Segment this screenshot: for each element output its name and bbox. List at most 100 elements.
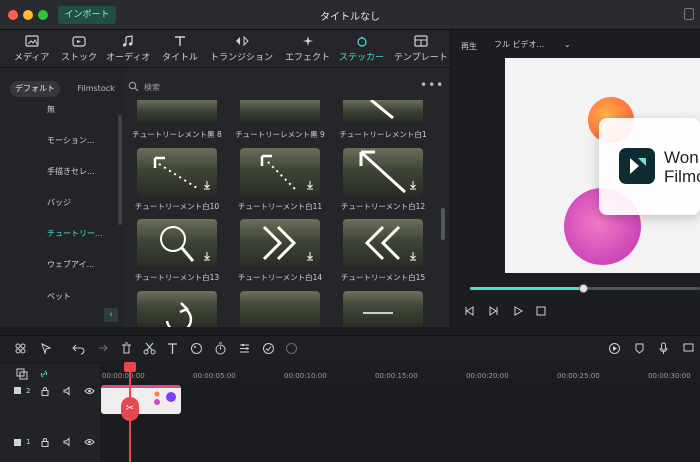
window-layout-icon[interactable]: [684, 8, 694, 20]
lock-icon[interactable]: [40, 386, 50, 396]
stop-icon[interactable]: [535, 305, 547, 317]
previous-frame-icon[interactable]: [463, 305, 475, 317]
adjust-sliders-icon[interactable]: [238, 342, 251, 355]
sidebar-scrollbar[interactable]: [118, 115, 122, 225]
color-palette-icon[interactable]: [190, 342, 203, 355]
sticker-thumbnail[interactable]: [137, 148, 217, 196]
category-item[interactable]: モーション...: [47, 135, 94, 146]
undo-icon[interactable]: [72, 342, 85, 355]
download-icon[interactable]: [203, 251, 211, 261]
microphone-icon[interactable]: [657, 342, 670, 355]
download-icon[interactable]: [203, 180, 211, 190]
timeline-track-area[interactable]: [100, 382, 700, 462]
speaker-icon[interactable]: [63, 437, 73, 447]
curved-arrow-sticker-icon: [165, 302, 193, 327]
sticker-thumbnail[interactable]: [137, 291, 217, 327]
sticker-thumbnail[interactable]: [240, 148, 320, 196]
redo-icon[interactable]: [95, 342, 108, 355]
layout-grid-icon[interactable]: [14, 342, 27, 355]
tab-default[interactable]: デフォルト: [10, 81, 60, 97]
recording-icon[interactable]: [285, 342, 298, 355]
shield-marker-icon[interactable]: [633, 342, 646, 355]
play-icon[interactable]: [512, 305, 524, 317]
title-t-icon: [175, 36, 185, 46]
sticker-caption: チュートリーメント白14: [237, 273, 323, 282]
sticker-icon: [356, 36, 367, 47]
sticker-caption: チュートリーメント白15: [340, 273, 426, 282]
category-item[interactable]: 手描きセレ...: [47, 166, 95, 177]
download-icon[interactable]: [409, 180, 417, 190]
music-note-icon: [123, 35, 133, 47]
grid-scrollbar[interactable]: [441, 208, 445, 240]
scrubber-handle[interactable]: [579, 284, 588, 293]
search-input[interactable]: 検索: [144, 82, 160, 93]
tab-templates[interactable]: テンプレート: [394, 35, 448, 63]
sticker-thumbnail[interactable]: [343, 291, 423, 327]
tab-transitions[interactable]: トランジション: [210, 35, 273, 63]
sticker-thumbnail[interactable]: [343, 100, 423, 122]
download-icon[interactable]: [306, 251, 314, 261]
sticker-thumbnail[interactable]: [343, 148, 423, 196]
collapse-sidebar-button[interactable]: ‹: [104, 308, 118, 322]
sticker-thumbnail[interactable]: [240, 291, 320, 327]
more-options-icon[interactable]: •••: [420, 78, 444, 92]
scissors-icon[interactable]: ✂: [121, 397, 139, 421]
brand-wordmark: Won Filmo: [664, 148, 700, 186]
tab-transitions-label: トランジション: [210, 53, 274, 63]
category-item[interactable]: 無: [47, 104, 55, 115]
ruler-tick: 00:00:10:00: [284, 372, 327, 380]
sticker-thumbnail[interactable]: [343, 219, 423, 267]
eye-icon[interactable]: [84, 386, 95, 396]
sticker-caption: チュートリーレメント白1: [339, 130, 427, 139]
window-title: タイトルなし: [320, 12, 380, 23]
tab-audio[interactable]: オーディオ: [106, 35, 150, 63]
sticker-thumbnail[interactable]: [137, 100, 217, 122]
tab-titles[interactable]: タイトル: [162, 35, 198, 63]
preview-label: 再生: [461, 42, 477, 51]
tab-effects[interactable]: エフェクト: [285, 35, 330, 63]
timeline-clip[interactable]: [101, 385, 181, 414]
eye-icon[interactable]: [84, 437, 95, 447]
speaker-icon[interactable]: [63, 386, 73, 396]
arrow-sticker-icon: [370, 100, 394, 120]
ruler-tick: 00:00:30:00: [648, 372, 691, 380]
category-item[interactable]: ウェブアイ...: [47, 259, 94, 270]
tab-audio-label: オーディオ: [106, 53, 151, 63]
sticker-thumbnail[interactable]: [137, 219, 217, 267]
add-track-icon[interactable]: [16, 368, 28, 380]
video-track-icon: [14, 439, 21, 446]
sticker-caption: チュートリーレメント黒 8: [132, 130, 222, 139]
sticker-caption: チュートリーメント白12: [340, 202, 426, 211]
category-item[interactable]: バッジ: [47, 197, 71, 208]
link-icon[interactable]: [38, 368, 50, 380]
tab-stock-label: ストック: [61, 53, 98, 63]
playhead-handle[interactable]: [124, 362, 136, 372]
select-tool-icon[interactable]: [40, 342, 53, 355]
download-icon[interactable]: [306, 180, 314, 190]
sticker-thumbnail[interactable]: [240, 100, 320, 122]
sticker-thumbnail[interactable]: [240, 219, 320, 267]
render-icon[interactable]: [608, 342, 621, 355]
text-tool-icon[interactable]: [167, 342, 180, 355]
next-frame-icon[interactable]: [488, 305, 500, 317]
track-headers: [0, 364, 100, 462]
ruler-tick: 00:00:25:00: [557, 372, 600, 380]
tab-filmstock[interactable]: Filmstock: [68, 81, 124, 97]
voiceover-icon[interactable]: [682, 342, 695, 355]
category-item[interactable]: ペット: [47, 291, 71, 302]
auto-enhance-icon[interactable]: [262, 342, 275, 355]
tab-media[interactable]: メディア: [14, 35, 49, 63]
quality-dropdown[interactable]: フル ビデオ... ⌄: [494, 38, 576, 52]
category-item-active[interactable]: チュートリー...: [47, 228, 103, 239]
ruler-tick: 00:00:20:00: [466, 372, 509, 380]
speed-timer-icon[interactable]: [214, 342, 227, 355]
tab-effects-label: エフェクト: [285, 53, 331, 63]
cut-icon[interactable]: [143, 342, 156, 355]
tab-stickers[interactable]: ステッカー: [339, 35, 384, 63]
delete-icon[interactable]: [120, 342, 133, 355]
tab-stock[interactable]: ストック: [61, 35, 97, 63]
lock-icon[interactable]: [40, 437, 50, 447]
clip-thumbnail-icon: [154, 391, 176, 405]
download-icon[interactable]: [409, 251, 417, 261]
ruler-tick: 00:00:00:00: [102, 372, 145, 380]
